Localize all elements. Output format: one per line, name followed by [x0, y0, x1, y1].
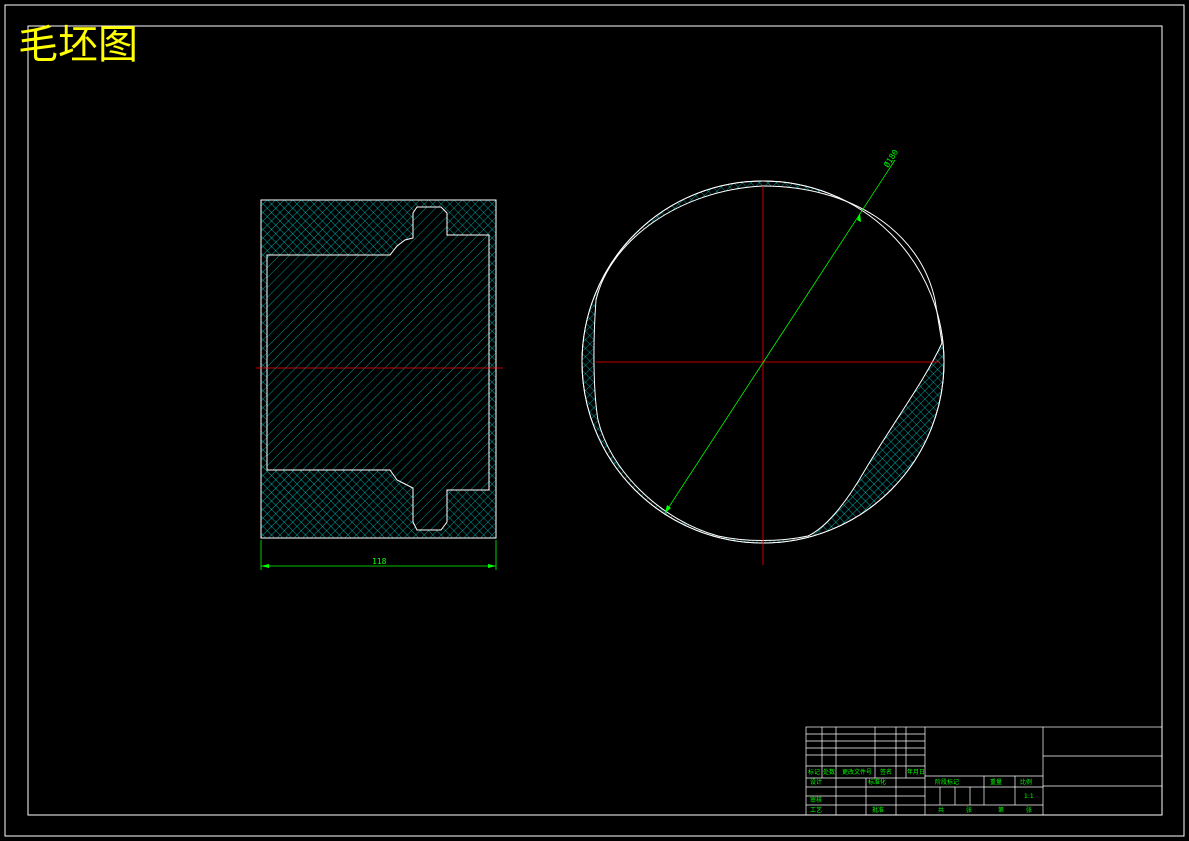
section-view — [256, 199, 503, 539]
tb-label-standardize: 标准化 — [868, 778, 886, 786]
title-block-labels: 标记 处数 更改文件号 签名 年月日 设计 标准化 审核 工艺 批准 阶段标记 … — [808, 768, 1034, 814]
tb-label-sheet: 张 — [966, 806, 972, 814]
cad-drawing-canvas: 毛坯图 118 Ø180 标记 处数 更改文件号 签名 年月日 设计 标准化 审… — [4, 4, 1185, 837]
tb-label-stage: 阶段标记 — [935, 778, 959, 786]
tb-label-design: 设计 — [810, 778, 822, 786]
tb-label-audit: 审核 — [810, 796, 822, 804]
tb-label-doc: 更改文件号 — [842, 768, 872, 776]
drawing-title: 毛坯图 — [18, 22, 138, 68]
tb-label-process: 工艺 — [810, 806, 822, 814]
tb-label-approve: 批准 — [872, 806, 884, 814]
width-dimension-label: 118 — [372, 557, 387, 566]
tb-label-sign: 签名 — [880, 768, 892, 776]
tb-value-scale: 1:1 — [1024, 793, 1034, 800]
tb-label-date: 年月日 — [907, 768, 925, 776]
tb-label-count: 处数 — [823, 768, 835, 776]
diameter-dimension-label: Ø180 — [881, 147, 900, 169]
tb-label-scale: 比例 — [1020, 778, 1032, 786]
tb-label-mark: 标记 — [808, 768, 820, 776]
tb-label-weight: 重量 — [990, 778, 1002, 786]
width-dimension: 118 — [260, 540, 497, 570]
tb-label-sheetno: 第 — [998, 806, 1004, 814]
tb-label-total: 共 — [938, 806, 944, 814]
end-view: Ø180 — [581, 147, 945, 565]
tb-label-sheet2: 张 — [1026, 806, 1032, 814]
